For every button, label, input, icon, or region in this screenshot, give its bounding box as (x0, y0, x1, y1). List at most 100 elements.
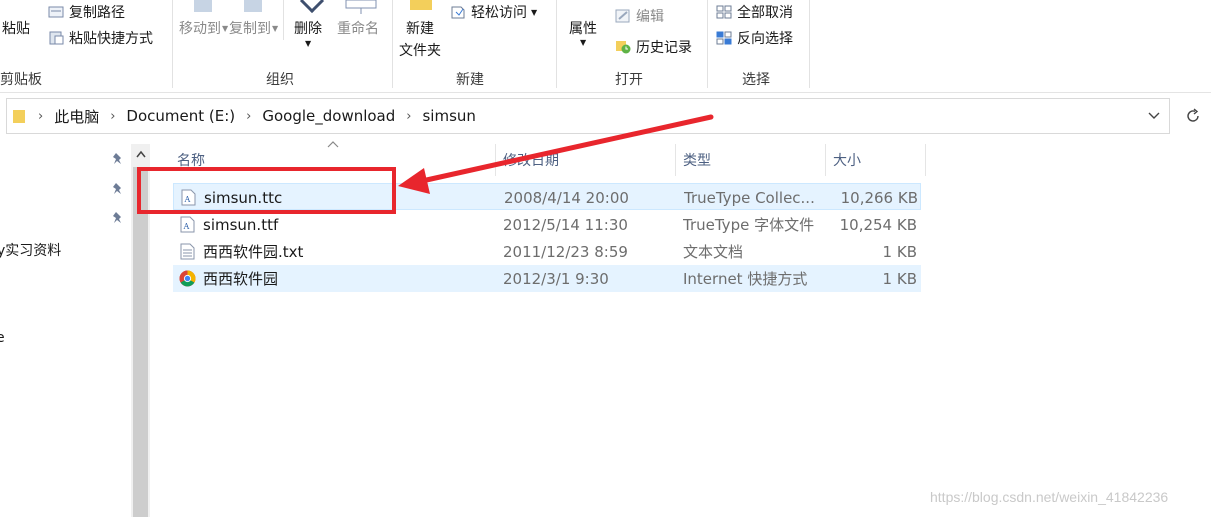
pin-icon[interactable] (112, 152, 124, 166)
text-file-icon (180, 243, 195, 260)
file-type: TrueType Collec... (684, 188, 815, 207)
chevron-down-icon: ▼ (531, 7, 538, 17)
rename-icon (345, 0, 377, 14)
history-label: 历史记录 (636, 40, 692, 56)
ribbon-separator (556, 0, 557, 88)
file-name: simsun.ttf (203, 215, 279, 234)
nav-item-e[interactable]: e (0, 330, 5, 346)
paste-button[interactable]: 粘贴 (2, 18, 30, 38)
easy-access-icon (451, 6, 465, 19)
breadcrumb-drive[interactable]: Document (E:) (126, 107, 235, 125)
column-header-name[interactable]: 名称 (171, 144, 495, 176)
file-row[interactable]: 西西软件园 2012/3/1 9:30 Internet 快捷方式 1 KB (173, 265, 921, 292)
breadcrumb-google-download[interactable]: Google_download (262, 107, 395, 125)
edit-button[interactable]: 编辑 (615, 6, 664, 26)
open-group-label: 打开 (615, 72, 643, 88)
select-none-icon (716, 5, 732, 19)
file-name: 西西软件园 (203, 270, 279, 288)
history-button[interactable]: 历史记录 (615, 37, 692, 57)
breadcrumb-this-pc[interactable]: 此电脑 (54, 106, 99, 127)
column-separator[interactable] (495, 144, 496, 176)
chevron-right-icon[interactable]: › (406, 109, 411, 124)
pin-icon[interactable] (112, 182, 124, 196)
copy-path-label: 复制路径 (69, 5, 125, 21)
paste-shortcut-button[interactable]: 粘贴快捷方式 (48, 28, 153, 48)
refresh-button[interactable] (1176, 98, 1210, 134)
font-file-icon: A (181, 189, 196, 206)
file-name: simsun.ttc (204, 188, 283, 207)
file-row[interactable]: A simsun.ttc 2008/4/14 20:00 TrueType Co… (173, 183, 921, 210)
easy-access-label: 轻松访问 (471, 5, 527, 21)
move-to-button[interactable]: 移动到 ▼ (179, 18, 228, 38)
file-size: 1 KB (882, 242, 917, 261)
chevron-right-icon[interactable]: › (38, 109, 43, 124)
ribbon-separator (707, 0, 708, 88)
address-bar[interactable]: › 此电脑 › Document (E:) › Google_download … (6, 98, 1170, 134)
rename-label: 重命名 (337, 21, 379, 37)
select-none-button[interactable]: 全部取消 (716, 2, 793, 22)
clipboard-group-label: 剪贴板 (0, 72, 42, 88)
copy-to-icon (244, 0, 262, 12)
chevron-down-icon: ▼ (222, 23, 229, 33)
easy-access-button[interactable]: 轻松访问 ▼ (450, 2, 537, 22)
ribbon-separator (283, 0, 284, 40)
column-separator[interactable] (675, 144, 676, 176)
file-size: 10,254 KB (839, 215, 917, 234)
file-type: TrueType 字体文件 (683, 216, 815, 234)
svg-text:A: A (184, 195, 191, 204)
new-folder-label-line1: 新建 (406, 21, 434, 37)
column-separator[interactable] (925, 144, 926, 176)
file-date: 2011/12/23 8:59 (503, 242, 628, 261)
column-header-date[interactable]: 修改日期 (497, 144, 675, 176)
column-header-type[interactable]: 类型 (677, 144, 825, 176)
ribbon-separator (809, 0, 810, 88)
invert-selection-icon (716, 31, 732, 45)
scroll-up-button[interactable] (131, 144, 150, 164)
edit-label: 编辑 (636, 9, 664, 25)
delete-label: 删除 (294, 21, 322, 37)
ribbon-separator (172, 0, 173, 88)
navigation-pane: y实习资料 e (0, 140, 152, 517)
refresh-icon (1187, 108, 1199, 122)
chevron-up-icon (135, 150, 146, 158)
move-to-label: 移动到 (179, 21, 221, 37)
history-icon (616, 41, 631, 54)
folder-icon (13, 110, 25, 123)
chevron-right-icon[interactable]: › (246, 109, 251, 124)
move-to-icon (194, 0, 212, 12)
invert-selection-button[interactable]: 反向选择 (716, 28, 793, 48)
scroll-thumb[interactable] (133, 167, 148, 517)
file-type: Internet 快捷方式 (683, 270, 808, 288)
font-file-icon: A (180, 216, 195, 233)
file-size: 1 KB (882, 269, 917, 288)
address-dropdown-icon[interactable] (1147, 107, 1161, 123)
ribbon: 粘贴 复制路径 粘贴快捷方式 剪贴板 移动到 ▼ 复制到 ▼ 删除 ▼ 重命名 … (0, 0, 1211, 93)
rename-button[interactable]: 重命名 (337, 18, 379, 38)
file-type: 文本文档 (683, 243, 744, 261)
chevron-right-icon[interactable]: › (110, 109, 115, 124)
breadcrumb-simsun[interactable]: simsun (422, 107, 475, 125)
new-folder-button[interactable]: 新建 文件夹 (399, 18, 441, 60)
copy-path-button[interactable]: 复制路径 (48, 2, 125, 22)
select-group-label: 选择 (742, 72, 770, 88)
paste-shortcut-icon (49, 31, 64, 45)
chrome-shortcut-icon (179, 270, 196, 287)
properties-button[interactable]: 属性 (569, 18, 597, 38)
file-row[interactable]: 西西软件园.txt 2011/12/23 8:59 文本文档 1 KB (173, 238, 921, 265)
column-header-size[interactable]: 大小 (827, 144, 925, 176)
copy-to-label: 复制到 (229, 21, 271, 37)
column-separator[interactable] (825, 144, 826, 176)
properties-label: 属性 (569, 21, 597, 37)
new-folder-label-line2: 文件夹 (399, 43, 441, 59)
copy-path-icon (48, 6, 64, 18)
pin-icon[interactable] (112, 211, 124, 225)
nav-item-internship[interactable]: y实习资料 (0, 240, 61, 260)
chevron-down-icon: ▼ (272, 23, 279, 33)
svg-text:A: A (183, 222, 190, 231)
file-row[interactable]: A simsun.ttf 2012/5/14 11:30 TrueType 字体… (173, 211, 921, 238)
invert-selection-label: 反向选择 (737, 31, 793, 47)
delete-button[interactable]: 删除 (294, 18, 322, 38)
new-folder-icon (410, 0, 432, 10)
copy-to-button[interactable]: 复制到 ▼ (229, 18, 278, 38)
file-date: 2008/4/14 20:00 (504, 188, 629, 207)
